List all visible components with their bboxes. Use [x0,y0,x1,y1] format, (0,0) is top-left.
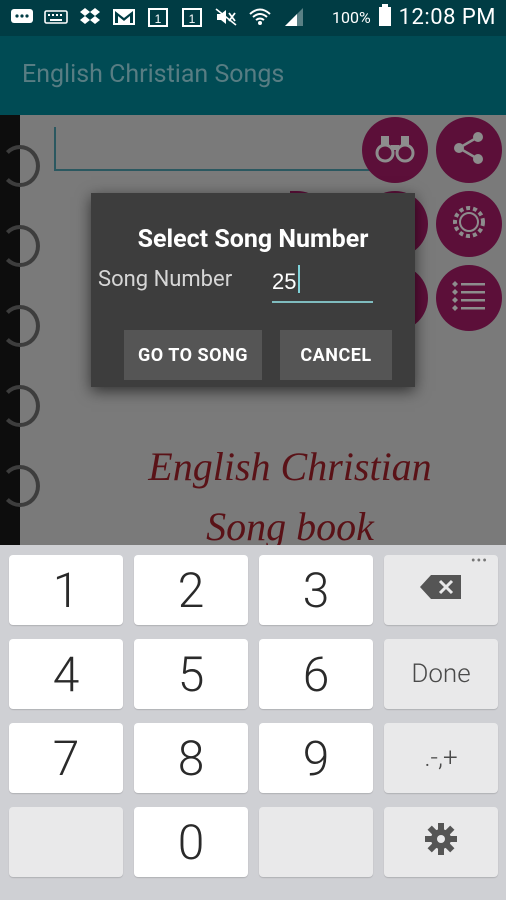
settings-icon [447,200,491,248]
key-7[interactable]: 7 [9,723,123,793]
keyboard-settings-key[interactable] [384,807,498,877]
more-options-dots[interactable]: ••• [471,553,488,569]
binoculars-icon [375,133,415,167]
binder-ring [0,145,40,187]
gmail-icon [112,6,136,28]
search-cursor [54,127,56,169]
select-song-dialog: Select Song Number Song Number GO TO SON… [91,193,415,387]
battery-icon [378,4,391,31]
svg-text:1: 1 [189,12,196,26]
search-button[interactable] [362,117,428,183]
key-2[interactable]: 2 [134,555,248,625]
key-9[interactable]: 9 [259,723,373,793]
dropbox-icon [78,6,102,28]
symbols-key[interactable]: .-,+ [384,723,498,793]
wifi-icon [248,6,272,28]
app-title: English Christian Songs [22,60,285,89]
app-bar: English Christian Songs [0,36,506,115]
dialog-title: Select Song Number [137,225,369,254]
binder-ring [0,305,40,347]
status-bar: 1 1 100% 12:08 PM [0,0,506,36]
share-icon [451,130,487,170]
settings-button[interactable] [436,191,502,257]
backspace-icon [419,574,463,607]
key-3[interactable]: 3 [259,555,373,625]
battery-percentage: 100% [331,8,371,27]
song-number-input[interactable] [272,263,373,303]
key-4[interactable]: 4 [9,639,123,709]
done-key[interactable]: Done [384,639,498,709]
key-1[interactable]: 1 [9,555,123,625]
song-number-label: Song Number [98,267,233,292]
numeric-keyboard: 1 2 3 4 5 6 Done 7 8 9 .-,+ 0 ••• [0,545,506,900]
blank-key [259,807,373,877]
key-0[interactable]: 0 [134,807,248,877]
svg-text:1: 1 [155,12,162,26]
key-6[interactable]: 6 [259,639,373,709]
search-input-underline [54,169,380,171]
favorites-button[interactable] [436,265,502,331]
go-to-song-button[interactable]: GO TO SONG [124,330,262,380]
blank-key [9,807,123,877]
calendar-1-icon: 1 [146,6,170,28]
binder-ring [0,465,40,507]
signal-icon [282,6,306,28]
share-button[interactable] [436,117,502,183]
calendar-1-icon: 1 [180,6,204,28]
key-5[interactable]: 5 [134,639,248,709]
book-title-line2: Song book [206,504,374,545]
text-cursor [298,265,300,293]
gear-icon [423,821,459,864]
binder-ring [0,385,40,427]
key-8[interactable]: 8 [134,723,248,793]
clock: 12:08 PM [398,5,496,30]
cancel-button[interactable]: CANCEL [280,330,392,380]
book-title-line1: English Christian [148,444,432,489]
mute-icon [214,6,238,28]
keyboard-icon [44,6,68,28]
chat-icon [10,6,34,28]
binder-ring [0,225,40,267]
favorites-list-icon [449,279,489,317]
